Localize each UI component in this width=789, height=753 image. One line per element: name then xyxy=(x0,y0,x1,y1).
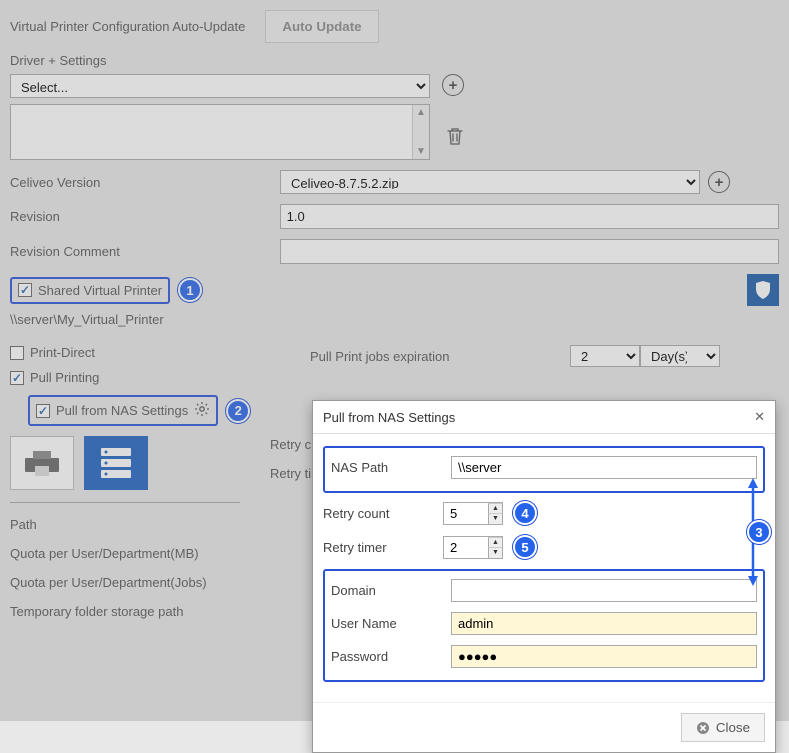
revision-comment-input[interactable] xyxy=(280,239,779,264)
close-circle-icon xyxy=(696,721,710,735)
close-icon[interactable]: ✕ xyxy=(754,409,765,425)
revision-label: Revision xyxy=(10,209,280,224)
pull-printing-label: Pull Printing xyxy=(30,370,99,385)
retry-timer-down[interactable]: ▼ xyxy=(488,547,502,558)
callout-4: 4 xyxy=(513,501,537,525)
shared-path-text: \\server\My_Virtual_Printer xyxy=(10,312,779,327)
celiveo-version-select[interactable]: Celiveo-8.7.5.2.zip xyxy=(280,170,700,194)
driver-settings-label: Driver + Settings xyxy=(10,53,779,68)
auto-update-button[interactable]: Auto Update xyxy=(265,10,378,43)
retry-count-label: Retry count xyxy=(323,506,443,521)
expiration-unit-select[interactable]: Day(s) xyxy=(640,345,720,367)
nas-path-highlight: NAS Path xyxy=(323,446,765,493)
print-direct-label: Print-Direct xyxy=(30,345,95,360)
nas-tile[interactable] xyxy=(84,436,148,490)
print-direct-checkbox[interactable] xyxy=(10,346,24,360)
password-input[interactable] xyxy=(451,645,757,668)
retry-timer-up[interactable]: ▲ xyxy=(488,537,502,548)
nas-path-label: NAS Path xyxy=(331,460,451,475)
add-version-icon[interactable]: + xyxy=(708,171,730,193)
pull-printing-checkbox[interactable] xyxy=(10,371,24,385)
gear-icon[interactable] xyxy=(194,401,210,420)
username-input[interactable] xyxy=(451,612,757,635)
pull-nas-checkbox[interactable] xyxy=(36,404,50,418)
modal-title: Pull from NAS Settings xyxy=(323,410,455,425)
celiveo-version-label: Celiveo Version xyxy=(10,175,280,190)
revision-comment-label: Revision Comment xyxy=(10,244,280,259)
printer-tile[interactable] xyxy=(10,436,74,490)
add-driver-icon[interactable]: + xyxy=(442,74,464,96)
password-label: Password xyxy=(331,649,451,664)
pull-nas-label: Pull from NAS Settings xyxy=(56,403,188,418)
driver-list-box: ▲▼ xyxy=(10,104,430,160)
credentials-highlight: Domain User Name Password xyxy=(323,569,765,682)
driver-select[interactable]: Select... xyxy=(10,74,430,98)
callout-3: 3 xyxy=(747,520,771,544)
shared-printer-highlight: Shared Virtual Printer xyxy=(10,277,170,304)
username-label: User Name xyxy=(331,616,451,631)
callout-5: 5 xyxy=(513,535,537,559)
pull-nas-highlight: Pull from NAS Settings xyxy=(28,395,218,426)
retry-count-down[interactable]: ▼ xyxy=(488,513,502,524)
config-label: Virtual Printer Configuration Auto-Updat… xyxy=(10,19,245,34)
revision-input[interactable] xyxy=(280,204,779,229)
nas-path-input[interactable] xyxy=(451,456,757,479)
callout-1: 1 xyxy=(178,278,202,302)
pull-expiration-label: Pull Print jobs expiration xyxy=(310,349,570,364)
nas-settings-modal: Pull from NAS Settings ✕ 3 NAS Path Retr… xyxy=(312,400,776,753)
shared-printer-label: Shared Virtual Printer xyxy=(38,283,162,298)
domain-input[interactable] xyxy=(451,579,757,602)
retry-count-up[interactable]: ▲ xyxy=(488,503,502,514)
domain-label: Domain xyxy=(331,583,451,598)
retry-timer-label: Retry timer xyxy=(323,540,443,555)
expiration-value-select[interactable]: 2 xyxy=(570,345,640,367)
scrollbar[interactable]: ▲▼ xyxy=(412,105,429,159)
close-button-label: Close xyxy=(716,720,750,735)
callout-2: 2 xyxy=(226,399,250,423)
shared-printer-checkbox[interactable] xyxy=(18,283,32,297)
close-button[interactable]: Close xyxy=(681,713,765,742)
delete-driver-icon[interactable] xyxy=(446,126,464,146)
shield-icon[interactable] xyxy=(747,274,779,306)
